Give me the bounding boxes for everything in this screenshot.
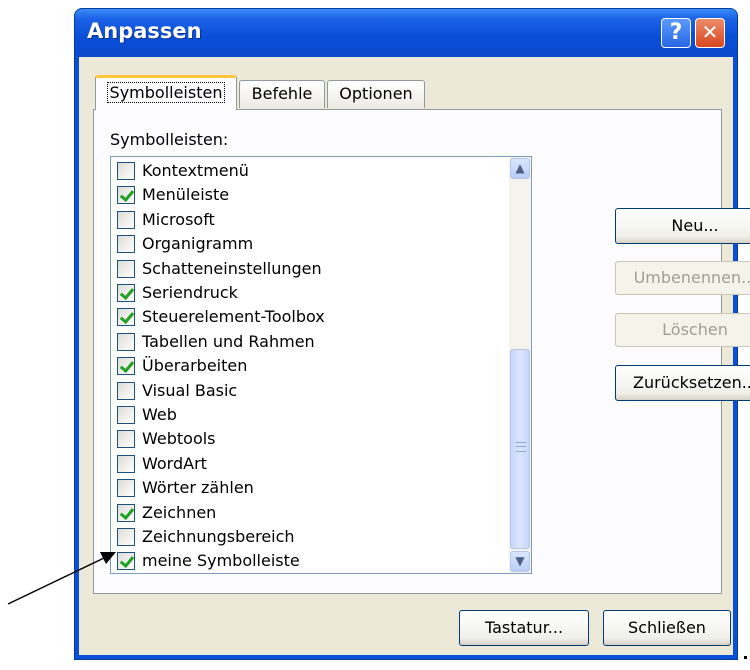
customize-dialog: Anpassen ? ✕ Symbolleisten Befehle Optio… — [74, 8, 750, 660]
list-item-label: Web — [142, 405, 177, 424]
checkmark-icon — [119, 553, 135, 569]
reset-button[interactable]: Zurücksetzen... — [615, 365, 750, 401]
dialog-title: Anpassen — [87, 19, 202, 43]
list-item-label: Schatteneinstellungen — [142, 258, 322, 278]
list-item-label: Zeichnen — [142, 502, 217, 522]
checkbox[interactable] — [117, 454, 135, 473]
checkmark-icon — [119, 309, 135, 325]
checkbox[interactable] — [117, 259, 135, 278]
checkbox[interactable] — [117, 235, 135, 254]
list-item-label: meine Symbolleiste — [142, 551, 300, 571]
checkbox[interactable] — [117, 308, 135, 327]
toolbars-listbox[interactable]: Kontextmenü Menüleiste Microsoft Organigram… — [110, 156, 532, 574]
list-item-label: Überarbeiten — [142, 356, 248, 376]
scroll-up-button[interactable]: ▲ — [510, 158, 530, 179]
checkbox[interactable] — [117, 430, 135, 449]
list-item-label: Steuerelement-Toolbox — [142, 307, 325, 327]
list-item-label: Menüleiste — [142, 185, 230, 205]
checkbox[interactable] — [117, 479, 135, 498]
list-item-label: WordArt — [142, 453, 207, 473]
scroll-thumb[interactable] — [510, 349, 530, 549]
close-button[interactable]: Schließen — [603, 610, 731, 646]
period-mark — [744, 656, 747, 659]
list-item-label: Wörter zählen — [142, 478, 254, 498]
checkbox[interactable] — [117, 357, 135, 376]
checkmark-icon — [119, 358, 135, 374]
keyboard-button[interactable]: Tastatur... — [459, 610, 589, 646]
checkbox[interactable] — [117, 162, 135, 180]
tab-optionen[interactable]: Optionen — [327, 80, 425, 108]
list-item-label: Microsoft — [142, 209, 215, 229]
scroll-down-button[interactable]: ▼ — [510, 551, 530, 572]
checkmark-icon — [119, 504, 135, 520]
delete-button[interactable]: Löschen — [615, 313, 750, 347]
checkmark-icon — [119, 284, 135, 301]
help-icon: ? — [669, 20, 683, 45]
list-item-label: Seriendruck — [142, 283, 238, 302]
list-item-label: Zeichnungsbereich — [142, 527, 295, 546]
checkbox[interactable] — [117, 332, 135, 351]
new-button[interactable]: Neu... — [615, 208, 750, 244]
checkbox[interactable] — [117, 528, 135, 546]
dialog-body: Symbolleisten Befehle Optionen Symbollei… — [79, 57, 750, 655]
chevron-up-icon: ▲ — [515, 161, 525, 175]
chevron-down-icon: ▼ — [515, 554, 525, 568]
tab-strip: Symbolleisten Befehle Optionen — [79, 57, 733, 117]
vertical-scrollbar[interactable]: ▲ ▼ — [509, 157, 531, 573]
toolbars-list-label: Symbolleisten: — [110, 130, 229, 149]
close-window-button[interactable]: ✕ — [695, 18, 725, 48]
close-icon: ✕ — [701, 20, 719, 44]
list-item-label: Tabellen und Rahmen — [142, 331, 315, 351]
checkbox[interactable] — [117, 186, 135, 205]
checkbox[interactable] — [117, 284, 135, 302]
tab-befehle[interactable]: Befehle — [239, 80, 325, 108]
tab-label: Befehle — [251, 84, 313, 103]
checkbox[interactable] — [117, 210, 135, 229]
checkmark-icon — [119, 187, 135, 203]
list-item-label: Organigramm — [142, 234, 254, 254]
checkbox[interactable] — [117, 552, 135, 571]
checkbox[interactable] — [117, 406, 135, 424]
tab-symbolleisten[interactable]: Symbolleisten — [95, 75, 237, 110]
title-bar[interactable]: Anpassen ? ✕ — [75, 9, 737, 57]
list-item-label: Webtools — [142, 429, 216, 449]
list-item-label: Kontextmenü — [142, 161, 249, 180]
tab-panel: Symbolleisten: Kontextmenü Menüleiste Micr… — [93, 109, 722, 594]
tab-label: Optionen — [339, 84, 413, 103]
checkbox[interactable] — [117, 381, 135, 400]
grip-icon — [516, 442, 526, 452]
help-button[interactable]: ? — [661, 18, 691, 48]
list-item-label: Visual Basic — [142, 380, 238, 400]
checkbox[interactable] — [117, 503, 135, 522]
rename-button[interactable]: Umbenennen... — [615, 261, 750, 295]
tab-label: Symbolleisten — [106, 82, 226, 103]
